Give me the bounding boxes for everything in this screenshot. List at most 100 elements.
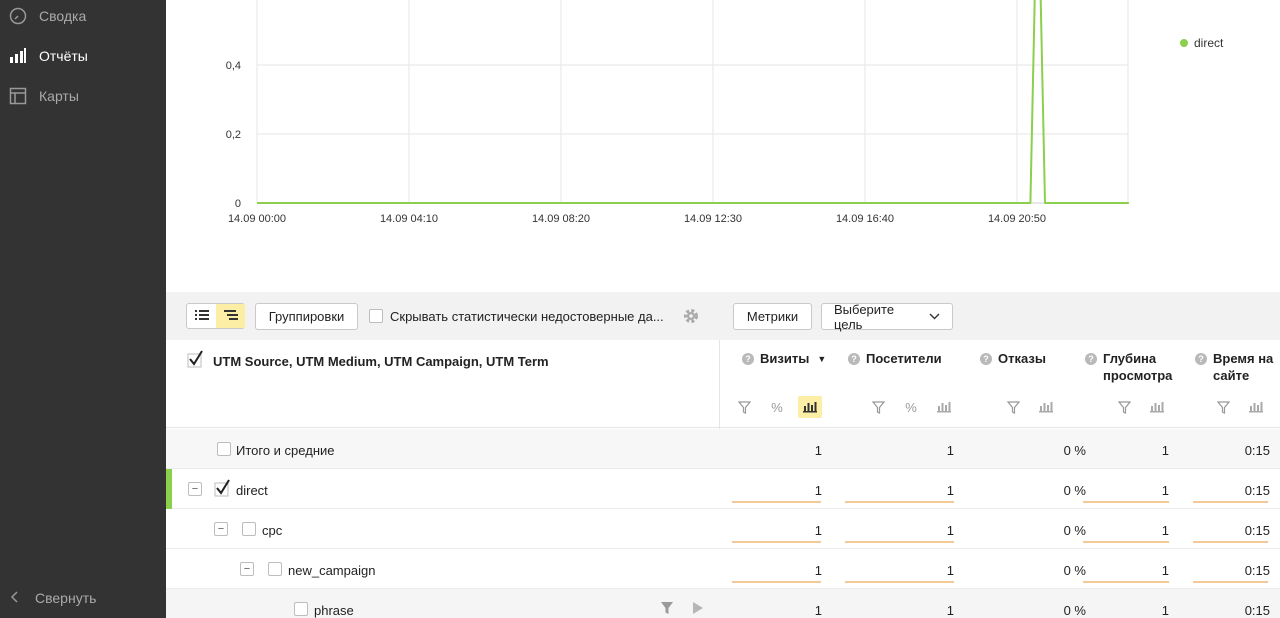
- row-label[interactable]: cpc: [262, 523, 282, 538]
- row-checkbox[interactable]: [294, 602, 308, 616]
- collapse-row-icon[interactable]: −: [188, 482, 202, 496]
- row-label[interactable]: direct: [236, 483, 268, 498]
- series-line-direct[interactable]: [257, 0, 1129, 204]
- row-label[interactable]: new_campaign: [288, 563, 375, 578]
- tree-view-button[interactable]: [216, 304, 245, 328]
- help-icon[interactable]: ?: [1085, 353, 1097, 365]
- filter-icon[interactable]: [732, 396, 756, 418]
- list-view-button[interactable]: [187, 304, 216, 328]
- cell-time: 0:15: [1244, 443, 1270, 458]
- sidebar-item-summary[interactable]: Сводка: [0, 0, 166, 36]
- time-bar: [1193, 541, 1268, 543]
- cell-bounces: 0 %: [1063, 563, 1086, 578]
- row-checkbox-checked[interactable]: [214, 478, 232, 501]
- table-header: UTM Source, UTM Medium, UTM Campaign, UT…: [166, 340, 1280, 618]
- help-icon[interactable]: ?: [742, 353, 754, 365]
- visits-bar: [732, 581, 821, 583]
- hide-unreliable-checkbox[interactable]: [369, 309, 383, 323]
- collapse-row-icon[interactable]: −: [214, 522, 228, 536]
- time-bar: [1193, 501, 1268, 503]
- sidebar-item-reports[interactable]: Отчёты: [0, 36, 166, 76]
- bounces-column-tools: [992, 396, 1058, 418]
- filter-icon[interactable]: [1001, 396, 1025, 418]
- filter-icon[interactable]: [660, 601, 674, 618]
- filter-icon[interactable]: [866, 396, 890, 418]
- cell-visitors: 1: [946, 603, 954, 618]
- filter-icon[interactable]: [1112, 396, 1136, 418]
- cell-time: 0:15: [1244, 563, 1270, 578]
- app: Сводка Отчёты Карты Свернуть 0 0,2 0,4 14.0…: [0, 0, 1280, 618]
- time-bar: [1193, 581, 1268, 583]
- cell-time: 0:15: [1244, 523, 1270, 538]
- bar-chart-icon[interactable]: [1034, 396, 1058, 418]
- visitors-bar: [845, 501, 954, 503]
- column-label: Визиты: [760, 351, 810, 366]
- x-tick-label: 14.09 08:20: [532, 213, 590, 225]
- gear-icon[interactable]: [682, 307, 700, 328]
- cell-visitors: 1: [946, 523, 954, 538]
- help-icon[interactable]: ?: [980, 353, 992, 365]
- line-chart: 0 0,2 0,4 14.09 00:00 14.09 04:10 14.09 08:20…: [226, 0, 1129, 225]
- cell-visitors: 1: [946, 483, 954, 498]
- column-label: Глубина просмотра: [1103, 351, 1173, 383]
- report-toolbar: Группировки Скрывать статистически недос…: [166, 292, 1280, 340]
- table-row[interactable]: phrase 1 1 0 % 1 0:15: [166, 589, 1280, 618]
- legend-label: direct: [1194, 36, 1224, 50]
- dimension-checkbox[interactable]: [187, 350, 205, 371]
- map-layout-icon: [8, 86, 28, 106]
- column-visitors[interactable]: ? Посетители: [848, 350, 942, 367]
- play-icon[interactable]: [692, 601, 704, 618]
- list-icon: [194, 309, 209, 324]
- column-depth[interactable]: ? Глубина просмотра: [1085, 350, 1185, 384]
- time-column-tools: [1202, 396, 1268, 418]
- percent-icon[interactable]: %: [899, 396, 923, 418]
- cell-visits: 1: [814, 563, 822, 578]
- y-tick-label: 0,4: [226, 60, 241, 72]
- row-checkbox[interactable]: [242, 522, 256, 536]
- depth-column-tools: [1103, 396, 1169, 418]
- groupings-button[interactable]: Группировки: [255, 303, 358, 330]
- cell-visits: 1: [814, 483, 822, 498]
- metrics-button[interactable]: Метрики: [733, 303, 812, 330]
- bar-chart-icon[interactable]: [932, 396, 956, 418]
- chart-legend[interactable]: direct: [1180, 36, 1223, 50]
- sort-desc-icon: ▼: [817, 354, 827, 364]
- collapse-sidebar-button[interactable]: Свернуть: [0, 578, 166, 618]
- x-tick-label: 14.09 04:10: [380, 213, 438, 225]
- x-tick-label: 14.09 20:50: [988, 213, 1046, 225]
- help-icon[interactable]: ?: [848, 353, 860, 365]
- bar-chart-icon[interactable]: [1145, 396, 1169, 418]
- column-time[interactable]: ? Время на сайте: [1195, 350, 1280, 384]
- view-toggle: [186, 303, 245, 329]
- table-row[interactable]: − new_campaign 1 1 0 % 1 0:15: [166, 549, 1280, 589]
- sidebar-item-maps[interactable]: Карты: [0, 76, 166, 116]
- row-label[interactable]: phrase: [314, 603, 354, 618]
- collapse-label: Свернуть: [35, 590, 97, 606]
- column-bounces[interactable]: ? Отказы: [980, 350, 1046, 367]
- table-row[interactable]: − cpc 1 1 0 % 1 0:15: [166, 509, 1280, 549]
- cell-visits: 1: [814, 523, 822, 538]
- filter-icon[interactable]: [1211, 396, 1235, 418]
- percent-icon[interactable]: %: [765, 396, 789, 418]
- help-icon[interactable]: ?: [1195, 353, 1207, 365]
- sidebar: Сводка Отчёты Карты Свернуть: [0, 0, 166, 618]
- chevron-left-icon: [10, 590, 20, 607]
- cell-bounces: 0 %: [1063, 483, 1086, 498]
- visitors-bar: [845, 541, 954, 543]
- bar-chart-icon[interactable]: [1244, 396, 1268, 418]
- row-checkbox[interactable]: [268, 562, 282, 576]
- collapse-row-icon[interactable]: −: [240, 562, 254, 576]
- bar-chart-icon[interactable]: [798, 396, 822, 418]
- goal-select[interactable]: Выберите цель: [821, 302, 953, 332]
- chevron-down-icon: [929, 313, 940, 320]
- table-row-total: Итого и средние 1 1 0 % 1 0:15: [166, 429, 1280, 469]
- column-visits[interactable]: ? Визиты ▼: [742, 350, 826, 368]
- dimension-title[interactable]: UTM Source, UTM Medium, UTM Campaign, UT…: [213, 354, 549, 369]
- hide-unreliable-label[interactable]: Скрывать статистически недостоверные да.…: [390, 309, 664, 324]
- visitors-bar: [845, 581, 954, 583]
- tree-list-icon: [223, 309, 238, 324]
- table-row[interactable]: − direct 1 1 0 % 1 0:15: [166, 469, 1280, 509]
- row-checkbox[interactable]: [217, 442, 231, 456]
- depth-bar: [1083, 501, 1169, 503]
- sidebar-item-label: Сводка: [39, 8, 87, 24]
